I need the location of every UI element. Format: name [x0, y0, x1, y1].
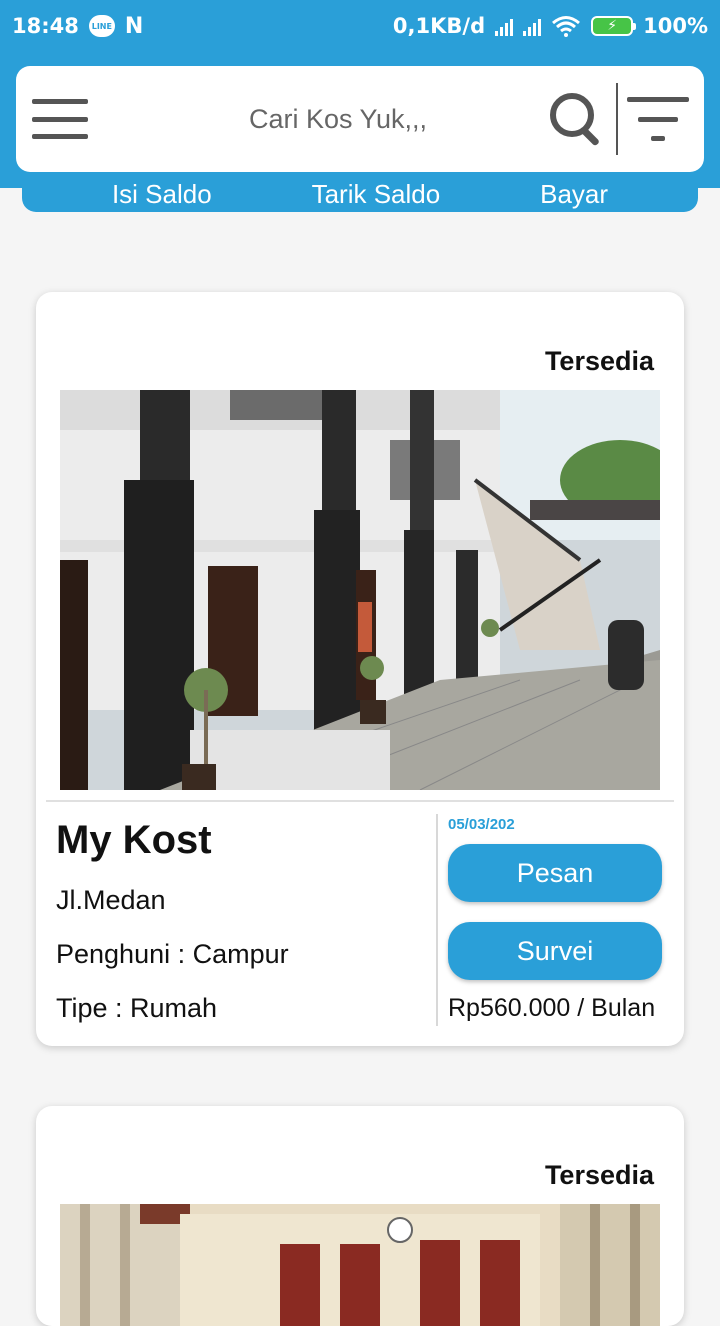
kos-photo: [60, 1204, 660, 1326]
search-input[interactable]: Cari Kos Yuk,,,: [88, 104, 548, 135]
line-app-icon: LINE: [88, 15, 115, 37]
menu-icon[interactable]: [32, 99, 88, 139]
availability-status: Tersedia: [544, 1160, 654, 1190]
search-icon[interactable]: [548, 91, 604, 147]
availability-status: Tersedia: [544, 346, 654, 376]
battery-level: 100%: [643, 14, 708, 38]
clock: 18:48: [12, 14, 79, 38]
kos-occupant-type: Penghuni : Campur: [56, 939, 289, 969]
battery-charging-icon: ⚡: [591, 16, 637, 36]
kos-photo: [60, 390, 660, 790]
order-button[interactable]: Pesan: [448, 844, 662, 902]
kos-name: My Kost: [56, 818, 212, 862]
search-divider: [616, 83, 618, 155]
kos-date: 05/03/202: [448, 816, 515, 833]
status-bar: 18:48 LINE N 0,1KB/d ⚡ 100%: [0, 0, 720, 52]
wifi-icon: [552, 16, 581, 37]
kos-address: Jl.Medan: [56, 885, 166, 915]
top-up-button[interactable]: Isi Saldo: [112, 179, 212, 210]
info-divider: [436, 814, 438, 1026]
network-speed: 0,1KB/d: [392, 14, 486, 38]
search-bar: Cari Kos Yuk,,,: [16, 66, 704, 172]
kos-building-type: Tipe : Rumah: [56, 993, 218, 1023]
withdraw-button[interactable]: Tarik Saldo: [312, 179, 441, 210]
pay-button[interactable]: Bayar: [540, 179, 608, 210]
kos-listing-card[interactable]: Tersedia: [36, 1106, 684, 1326]
kos-actions: 05/03/202 Pesan Survei Rp560.000 / Bulan: [448, 816, 668, 1023]
kos-price: Rp560.000 / Bulan: [448, 994, 656, 1022]
kos-info: My Kost Jl.Medan Penghuni : Campur Tipe …: [56, 818, 436, 1046]
saldo-actions-bar: Isi Saldo Tarik Saldo Bayar: [22, 168, 698, 212]
signal-2-icon: [523, 16, 542, 36]
survey-button[interactable]: Survei: [448, 922, 662, 980]
kos-listing-card[interactable]: Tersedia: [36, 292, 684, 1046]
notification-n-icon: N: [124, 13, 144, 39]
card-divider: [46, 800, 674, 802]
filter-icon[interactable]: [626, 97, 690, 141]
signal-1-icon: [495, 16, 514, 36]
